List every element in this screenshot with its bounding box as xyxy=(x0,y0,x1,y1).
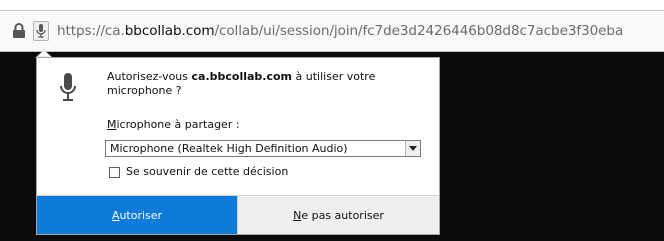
microphone-select[interactable]: Microphone (Realtek High Definition Audi… xyxy=(105,140,421,157)
url-text[interactable]: https://ca.bbcollab.com/collab/ui/sessio… xyxy=(57,21,623,41)
microphone-icon xyxy=(59,72,77,106)
permission-question: Autorisez-vous ca.bbcollab.com à utilise… xyxy=(107,70,427,98)
address-bar[interactable]: https://ca.bbcollab.com/collab/ui/sessio… xyxy=(0,10,664,52)
remember-decision-label[interactable]: Se souvenir de cette décision xyxy=(126,165,288,178)
lock-icon[interactable] xyxy=(12,23,26,39)
top-strip xyxy=(0,0,664,10)
question-site: ca.bbcollab.com xyxy=(191,70,293,83)
url-prefix: https://ca. xyxy=(57,23,125,39)
url-path: /collab/ui/session/join/fc7de3d2426446b0… xyxy=(214,23,624,39)
dialog-buttons: Autoriser Ne pas autoriser xyxy=(37,195,439,234)
microphone-share-label: Microphone à partager : xyxy=(107,118,240,131)
chevron-down-icon[interactable] xyxy=(405,141,420,156)
remember-decision-checkbox[interactable] xyxy=(109,167,120,178)
microphone-select-value: Microphone (Realtek High Definition Audi… xyxy=(110,142,348,155)
url-domain: bbcollab.com xyxy=(124,23,215,39)
allow-button[interactable]: Autoriser xyxy=(37,196,237,234)
permission-dialog: Autorisez-vous ca.bbcollab.com à utilise… xyxy=(36,57,440,235)
deny-button[interactable]: Ne pas autoriser xyxy=(237,196,439,234)
microphone-permission-icon[interactable] xyxy=(33,21,49,41)
deny-button-label: Ne pas autoriser xyxy=(293,208,384,222)
question-prefix: Autorisez-vous xyxy=(107,70,192,83)
allow-button-label: Autoriser xyxy=(111,208,163,222)
